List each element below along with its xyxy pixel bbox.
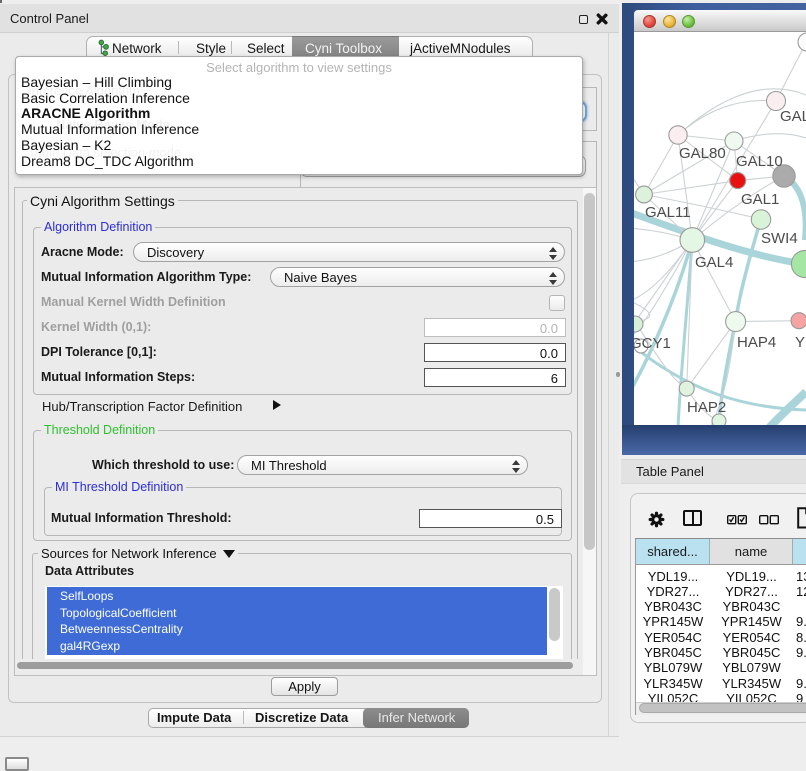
svg-text:HAP4: HAP4	[737, 334, 776, 351]
svg-text:SWI4: SWI4	[761, 230, 798, 247]
svg-text:HAP2: HAP2	[687, 399, 726, 416]
svg-text:GAL2: GAL2	[780, 108, 806, 125]
svg-text:GAL80: GAL80	[679, 145, 726, 162]
svg-text:GAL1: GAL1	[741, 191, 779, 208]
svg-text:YEL: YEL	[795, 334, 806, 351]
svg-text:GCY1: GCY1	[634, 335, 671, 352]
svg-text:GAL10: GAL10	[736, 153, 783, 170]
svg-text:GAL4: GAL4	[695, 254, 733, 271]
svg-text:GAL11: GAL11	[645, 204, 691, 221]
